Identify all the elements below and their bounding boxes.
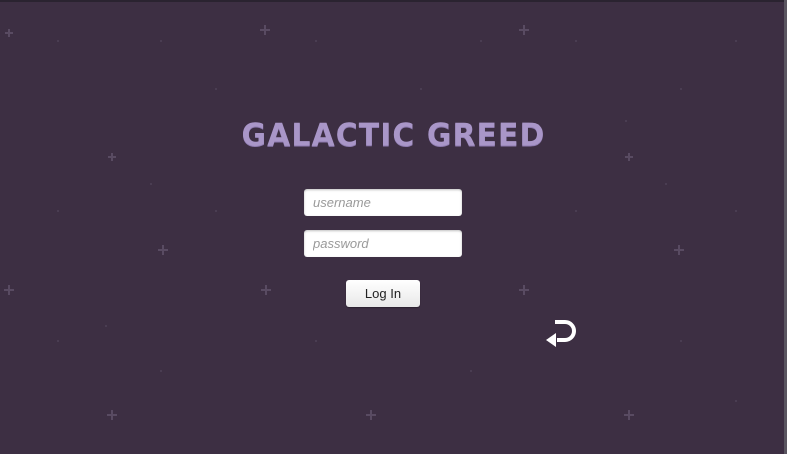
star — [261, 285, 271, 295]
star — [519, 285, 529, 295]
star — [4, 285, 14, 295]
star — [674, 245, 684, 255]
password-input[interactable] — [304, 230, 462, 257]
game-title: GALACTIC GREED — [241, 117, 546, 154]
starfield-background — [4, 25, 737, 420]
star — [366, 410, 376, 420]
username-input[interactable] — [304, 189, 462, 216]
star — [5, 29, 13, 37]
login-button[interactable]: Log In — [346, 280, 420, 307]
star — [158, 245, 168, 255]
return-arrow-icon[interactable] — [543, 314, 581, 350]
star — [260, 25, 270, 35]
star — [519, 25, 529, 35]
star — [108, 153, 116, 161]
star — [107, 410, 117, 420]
star — [625, 153, 633, 161]
star — [624, 410, 634, 420]
